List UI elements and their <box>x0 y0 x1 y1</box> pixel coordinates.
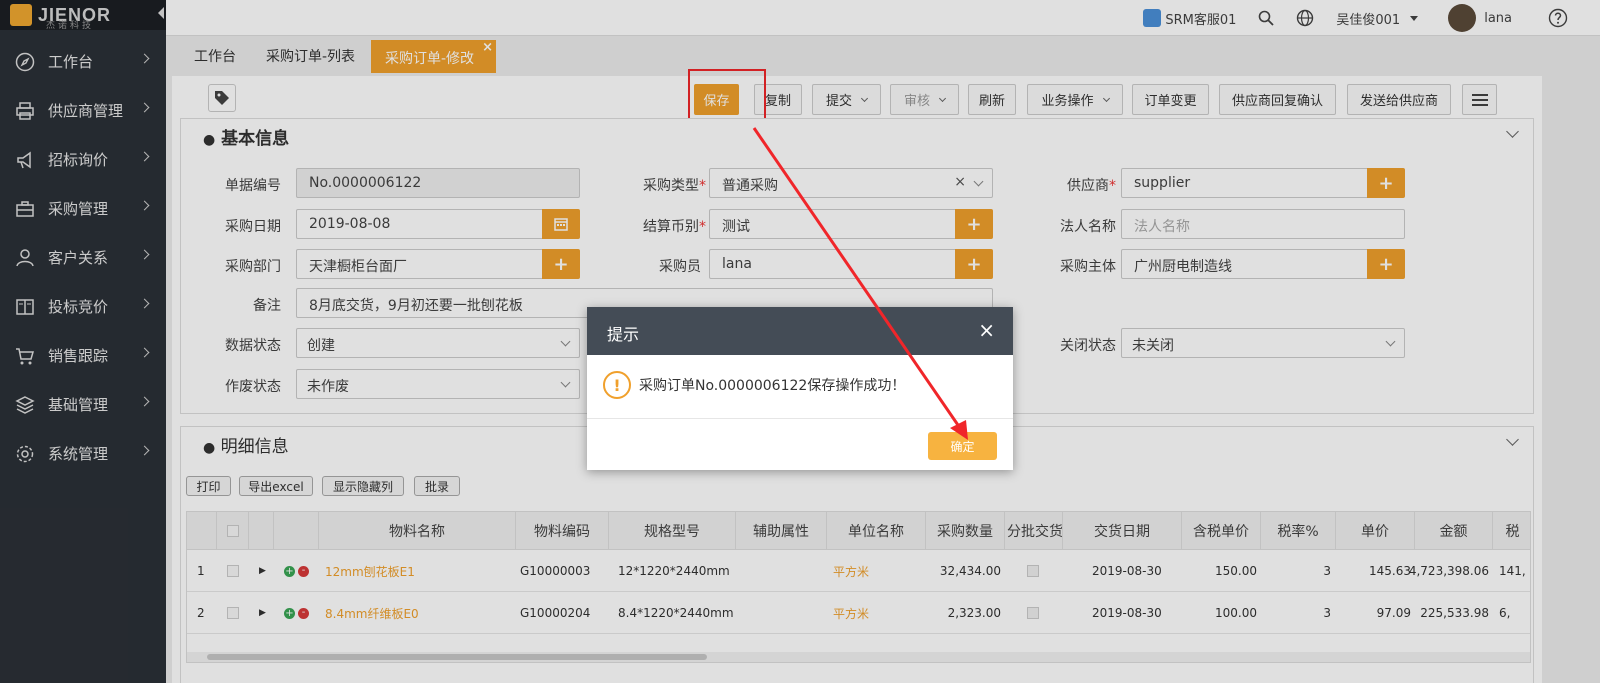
alert-dialog: 提示 × ! 采购订单No.0000006122保存操作成功！ 确定 <box>587 307 1013 470</box>
dialog-body: ! 采购订单No.0000006122保存操作成功！ <box>587 355 1013 419</box>
dialog-title: 提示 <box>607 325 640 344</box>
dialog-message: 采购订单No.0000006122保存操作成功！ <box>639 378 906 394</box>
warning-icon: ! <box>603 371 631 399</box>
confirm-button[interactable]: 确定 <box>928 432 997 460</box>
close-icon[interactable]: × <box>978 320 995 340</box>
dialog-header: 提示 × <box>587 307 1013 355</box>
